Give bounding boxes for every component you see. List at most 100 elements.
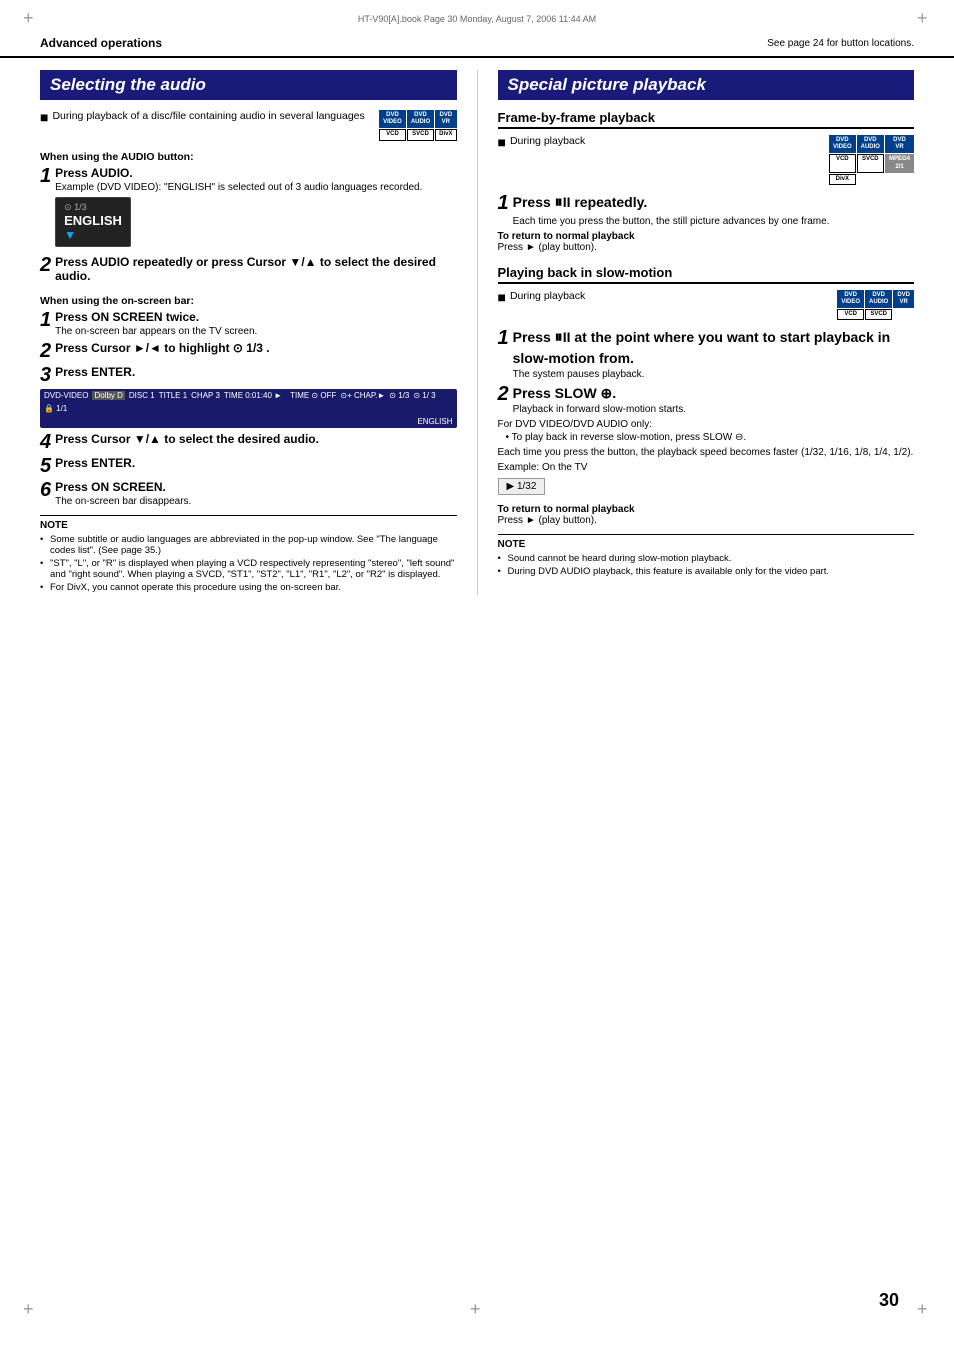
audio-step2-num: 2 bbox=[40, 255, 51, 275]
dvd-only-label: For DVD VIDEO/DVD AUDIO only: bbox=[498, 419, 915, 430]
header-right: See page 24 for button locations. bbox=[767, 38, 914, 49]
osd-counter: ⊙ 1/3 bbox=[64, 202, 122, 213]
fbf-badges: DVDVIDEO DVDAUDIO DVDVR VCD SVCD MPEG42/… bbox=[829, 135, 914, 185]
player-bar-chap: CHAP 3 bbox=[191, 391, 220, 400]
when-audio-label: When using the AUDIO button: bbox=[40, 151, 457, 163]
badge-vcd: VCD bbox=[379, 129, 406, 140]
page-wrapper: HT-V90[A].book Page 30 Monday, August 7,… bbox=[0, 0, 954, 1351]
example-label: Example: On the TV bbox=[498, 462, 915, 473]
page-header: Advanced operations See page 24 for butt… bbox=[0, 30, 954, 58]
reg-mark-bottom-center bbox=[467, 1301, 487, 1321]
reg-mark-top-right bbox=[914, 10, 934, 30]
two-col-layout: Selecting the audio ■ During playback of… bbox=[0, 58, 954, 607]
os-step1-num: 1 bbox=[40, 310, 51, 330]
reg-mark-bottom-right bbox=[914, 1301, 934, 1321]
osd-display: ⊙ 1/3 ENGLISH ▼ bbox=[55, 197, 131, 247]
dvd-only-desc: • To play back in reverse slow-motion, p… bbox=[498, 432, 915, 443]
sm-return: To return to normal playback Press ► (pl… bbox=[498, 504, 915, 526]
os-step5-num: 5 bbox=[40, 456, 51, 476]
fbf-return-text: Press ► (play button). bbox=[498, 242, 915, 253]
sm-badges: DVDVIDEO DVDAUDIO DVDVR VCD SVCD bbox=[837, 290, 914, 321]
fbf-badge-dvd-vr: DVDVR bbox=[885, 135, 914, 153]
player-bar-lang: ENGLISH bbox=[44, 417, 453, 426]
left-section-title: Selecting the audio bbox=[40, 70, 457, 100]
left-note-item-3: For DivX, you cannot operate this proced… bbox=[40, 582, 457, 593]
fbf-badge-vcd: VCD bbox=[829, 154, 856, 172]
left-note-item-2: "ST", "L", or "R" is displayed when play… bbox=[40, 558, 457, 580]
sm-step1-content: Press ⏸II at the point where you want to… bbox=[513, 328, 914, 380]
os-step2-title: Press Cursor ►/◄ to highlight ⊙ 1/3 . bbox=[55, 341, 456, 355]
when-onscreen-label: When using the on-screen bar: bbox=[40, 295, 457, 307]
badge-divx: DivX bbox=[435, 129, 456, 140]
slow-motion-heading: Playing back in slow-motion bbox=[498, 265, 915, 284]
os-step6-content: Press ON SCREEN. The on-screen bar disap… bbox=[55, 480, 456, 507]
player-bar-counter2: ⊙ 1/ 3 bbox=[413, 391, 435, 400]
fbf-bullet-symbol: ■ bbox=[498, 135, 506, 149]
os-step4: 4 Press Cursor ▼/▲ to select the desired… bbox=[40, 432, 457, 452]
fbf-return-label: To return to normal playback bbox=[498, 231, 915, 242]
player-bar-time: TIME 0:01:40 ► bbox=[224, 391, 282, 400]
audio-step1-title: Press AUDIO. bbox=[55, 166, 456, 180]
os-step3-num: 3 bbox=[40, 365, 51, 385]
sm-step2-desc: Playback in forward slow-motion starts. bbox=[513, 404, 914, 415]
sm-note-box: NOTE Sound cannot be heard during slow-m… bbox=[498, 534, 915, 577]
fbf-return: To return to normal playback Press ► (pl… bbox=[498, 231, 915, 253]
header-left: Advanced operations bbox=[40, 36, 162, 50]
fbf-step1-title: Press ⏸II repeatedly. bbox=[513, 193, 914, 214]
os-step2: 2 Press Cursor ►/◄ to highlight ⊙ 1/3 . bbox=[40, 341, 457, 361]
reg-mark-top-left bbox=[20, 10, 40, 30]
player-bar-text: DVD-VIDEO bbox=[44, 391, 88, 400]
sm-note-item-2: During DVD AUDIO playback, this feature … bbox=[498, 566, 915, 577]
player-bar-chap2: ⊙+ CHAP.► bbox=[340, 391, 385, 400]
sm-step1-num: 1 bbox=[498, 328, 509, 348]
fbf-badge-dvd-audio: DVDAUDIO bbox=[857, 135, 884, 153]
os-step6-title: Press ON SCREEN. bbox=[55, 480, 456, 494]
os-step3-title: Press ENTER. bbox=[55, 365, 456, 379]
frame-by-frame-heading: Frame-by-frame playback bbox=[498, 110, 915, 129]
audio-step1-num: 1 bbox=[40, 166, 51, 186]
player-bar-time2: TIME ⊙ OFF bbox=[290, 391, 336, 400]
sm-step1-desc: The system pauses playback. bbox=[513, 369, 914, 380]
os-step5: 5 Press ENTER. bbox=[40, 456, 457, 476]
sm-step2: 2 Press SLOW ⊕. Playback in forward slow… bbox=[498, 384, 915, 415]
speed-desc: Each time you press the button, the play… bbox=[498, 447, 915, 458]
sm-badge-dvd-video: DVDVIDEO bbox=[837, 290, 864, 308]
intro-bullet-text: During playback of a disc/file containin… bbox=[52, 110, 364, 122]
osd-arrow: ▼ bbox=[64, 228, 76, 242]
sm-bullet-text: During playback bbox=[510, 290, 585, 302]
osd-lang: ENGLISH bbox=[64, 213, 122, 228]
player-bar-title: TITLE 1 bbox=[159, 391, 187, 400]
sm-badge-dvd-audio: DVDAUDIO bbox=[865, 290, 892, 308]
fbf-badge-divx: DivX bbox=[829, 174, 856, 185]
audio-step2-title: Press AUDIO repeatedly or press Cursor ▼… bbox=[55, 255, 456, 283]
sm-intro-row: ■ During playback DVDVIDEO DVDAUDIO DVDV… bbox=[498, 290, 915, 321]
fbf-bullet-text: During playback bbox=[510, 135, 585, 147]
badge-dvd-vr: DVDVR bbox=[435, 110, 456, 128]
sm-step2-title: Press SLOW ⊕. bbox=[513, 384, 914, 402]
fbf-intro-row: ■ During playback DVDVIDEO DVDAUDIO DVDV… bbox=[498, 135, 915, 185]
sm-badge-svcd: SVCD bbox=[865, 309, 892, 320]
player-bar-counter: ⊙ 1/3 bbox=[389, 391, 409, 400]
os-step4-content: Press Cursor ▼/▲ to select the desired a… bbox=[55, 432, 456, 446]
os-step5-title: Press ENTER. bbox=[55, 456, 456, 470]
sm-step1-title: Press ⏸II at the point where you want to… bbox=[513, 328, 914, 367]
audio-step1: 1 Press AUDIO. Example (DVD VIDEO): "ENG… bbox=[40, 166, 457, 251]
os-step1-title: Press ON SCREEN twice. bbox=[55, 310, 456, 324]
os-step3-content: Press ENTER. bbox=[55, 365, 456, 379]
slow-indicator: ▶ 1/32 bbox=[498, 478, 546, 495]
os-step3: 3 Press ENTER. bbox=[40, 365, 457, 385]
right-section-title: Special picture playback bbox=[498, 70, 915, 100]
player-bar-disc: DISC 1 bbox=[129, 391, 155, 400]
left-note-box: NOTE Some subtitle or audio languages ar… bbox=[40, 515, 457, 593]
badge-dvd-video: DVDVIDEO bbox=[379, 110, 406, 128]
fbf-step1: 1 Press ⏸II repeatedly. Each time you pr… bbox=[498, 193, 915, 227]
os-step2-num: 2 bbox=[40, 341, 51, 361]
badge-dvd-audio: DVDAUDIO bbox=[407, 110, 434, 128]
os-step1-content: Press ON SCREEN twice. The on-screen bar… bbox=[55, 310, 456, 337]
file-info: HT-V90[A].book Page 30 Monday, August 7,… bbox=[358, 10, 596, 24]
sm-note-label: NOTE bbox=[498, 539, 915, 550]
fbf-badge-svcd: SVCD bbox=[857, 154, 884, 172]
sm-return-label: To return to normal playback bbox=[498, 504, 915, 515]
left-note-item-1: Some subtitle or audio languages are abb… bbox=[40, 534, 457, 556]
sm-bullet-symbol: ■ bbox=[498, 290, 506, 304]
